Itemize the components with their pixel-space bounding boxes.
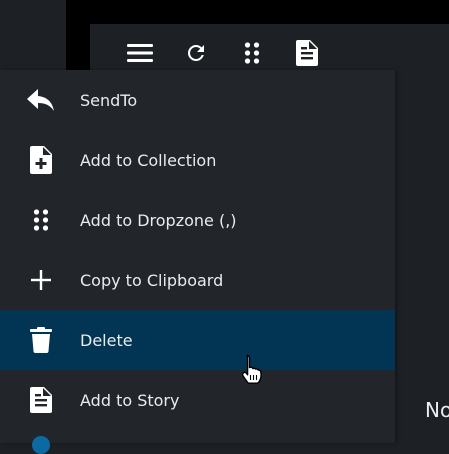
menu-item-label: Add to Dropzone (,) xyxy=(80,210,237,230)
menu-item-label: SendTo xyxy=(80,90,138,110)
reply-arrow-icon xyxy=(24,83,58,117)
menu-item-label: Copy to Clipboard xyxy=(80,270,224,290)
trash-icon xyxy=(24,323,58,357)
add-file-icon xyxy=(24,143,58,177)
menu-item-sendto[interactable]: SendTo xyxy=(0,70,395,130)
dropzone-dots-icon[interactable] xyxy=(237,38,267,68)
menu-item-add-to-story[interactable]: Add to Story xyxy=(0,370,395,430)
menu-item-label: Delete xyxy=(80,330,133,350)
context-menu-panel: SendTo Add to Collection Add to Dropzone… xyxy=(0,70,395,443)
partial-avatar-icon xyxy=(32,436,50,454)
dropzone-dots-icon xyxy=(24,203,58,237)
menu-item-add-to-dropzone[interactable]: Add to Dropzone (,) xyxy=(0,190,395,250)
plus-icon xyxy=(24,263,58,297)
background-partial-text: No xyxy=(425,398,449,422)
menu-item-add-to-collection[interactable]: Add to Collection xyxy=(0,130,395,190)
menu-item-copy-to-clipboard[interactable]: Copy to Clipboard xyxy=(0,250,395,310)
menu-icon[interactable] xyxy=(125,38,155,68)
story-document-icon xyxy=(24,383,58,417)
menu-item-label: Add to Collection xyxy=(80,150,217,170)
left-black-band xyxy=(66,0,90,72)
story-document-icon[interactable] xyxy=(292,38,322,68)
menu-item-delete[interactable]: Delete xyxy=(0,310,395,370)
refresh-icon[interactable] xyxy=(181,38,211,68)
top-black-band xyxy=(66,0,449,24)
menu-item-label: Add to Story xyxy=(80,390,180,410)
